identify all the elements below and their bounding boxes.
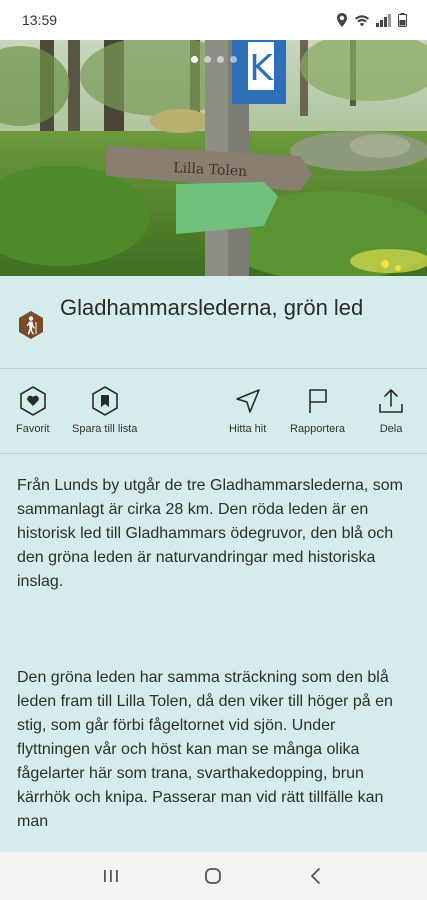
- recent-apps-button[interactable]: [91, 856, 131, 896]
- hiker-icon: [19, 311, 43, 339]
- trail-title: Gladhammarslederna, grön led: [60, 295, 364, 320]
- save-to-list-label: Spara till lista: [72, 423, 138, 435]
- bookmark-icon: [91, 386, 118, 416]
- svg-text:K: K: [249, 48, 274, 89]
- status-icons: [336, 13, 407, 27]
- battery-icon: [398, 13, 407, 27]
- back-chevron-icon: [310, 868, 320, 884]
- favorite-label: Favorit: [16, 423, 50, 435]
- share-label: Dela: [379, 423, 403, 435]
- carousel-dot[interactable]: [203, 56, 211, 63]
- trail-description: Från Lunds by utgår de tre Gladhammarsle…: [0, 454, 427, 834]
- home-button[interactable]: [193, 856, 233, 896]
- system-nav-bar: [0, 852, 427, 900]
- cellular-signal-icon: [376, 13, 391, 27]
- recent-apps-icon: [104, 870, 118, 882]
- trail-detail-content[interactable]: Gladhammarslederna, grön led Favorit Spa…: [0, 276, 427, 852]
- heart-icon: [20, 386, 46, 416]
- report-label: Rapportera: [290, 423, 346, 435]
- share-button[interactable]: Dela: [378, 385, 404, 435]
- flag-icon: [308, 389, 327, 413]
- description-paragraph: Den gröna leden har samma sträckning som…: [17, 669, 393, 830]
- carousel-dot[interactable]: [190, 56, 198, 63]
- carousel-dots[interactable]: [0, 56, 427, 63]
- find-here-label: Hitta hit: [229, 423, 267, 435]
- location-icon: [337, 13, 347, 27]
- home-icon: [205, 868, 222, 884]
- status-time: 13:59: [22, 12, 58, 28]
- carousel-dot[interactable]: [229, 56, 237, 63]
- hero-image[interactable]: K Lilla Tolen: [0, 36, 427, 276]
- description-paragraph: Från Lunds by utgår de tre Gladhammarsle…: [17, 477, 403, 590]
- trail-photo: K Lilla Tolen: [0, 36, 427, 276]
- title-row: Gladhammarslederna, grön led: [0, 276, 427, 368]
- navigation-arrow-icon: [235, 389, 260, 413]
- favorite-button[interactable]: Favorit: [16, 385, 50, 435]
- action-bar: Favorit Spara till lista Hitta hit Rappo…: [0, 369, 427, 453]
- save-to-list-button[interactable]: Spara till lista: [72, 385, 137, 435]
- wifi-icon: [355, 14, 369, 26]
- carousel-dot[interactable]: [216, 56, 224, 63]
- report-button[interactable]: Rapportera: [290, 385, 345, 435]
- find-here-button[interactable]: Hitta hit: [229, 385, 266, 435]
- status-bar: 13:59: [0, 0, 427, 40]
- back-button[interactable]: [296, 856, 336, 896]
- share-upload-icon: [379, 389, 403, 413]
